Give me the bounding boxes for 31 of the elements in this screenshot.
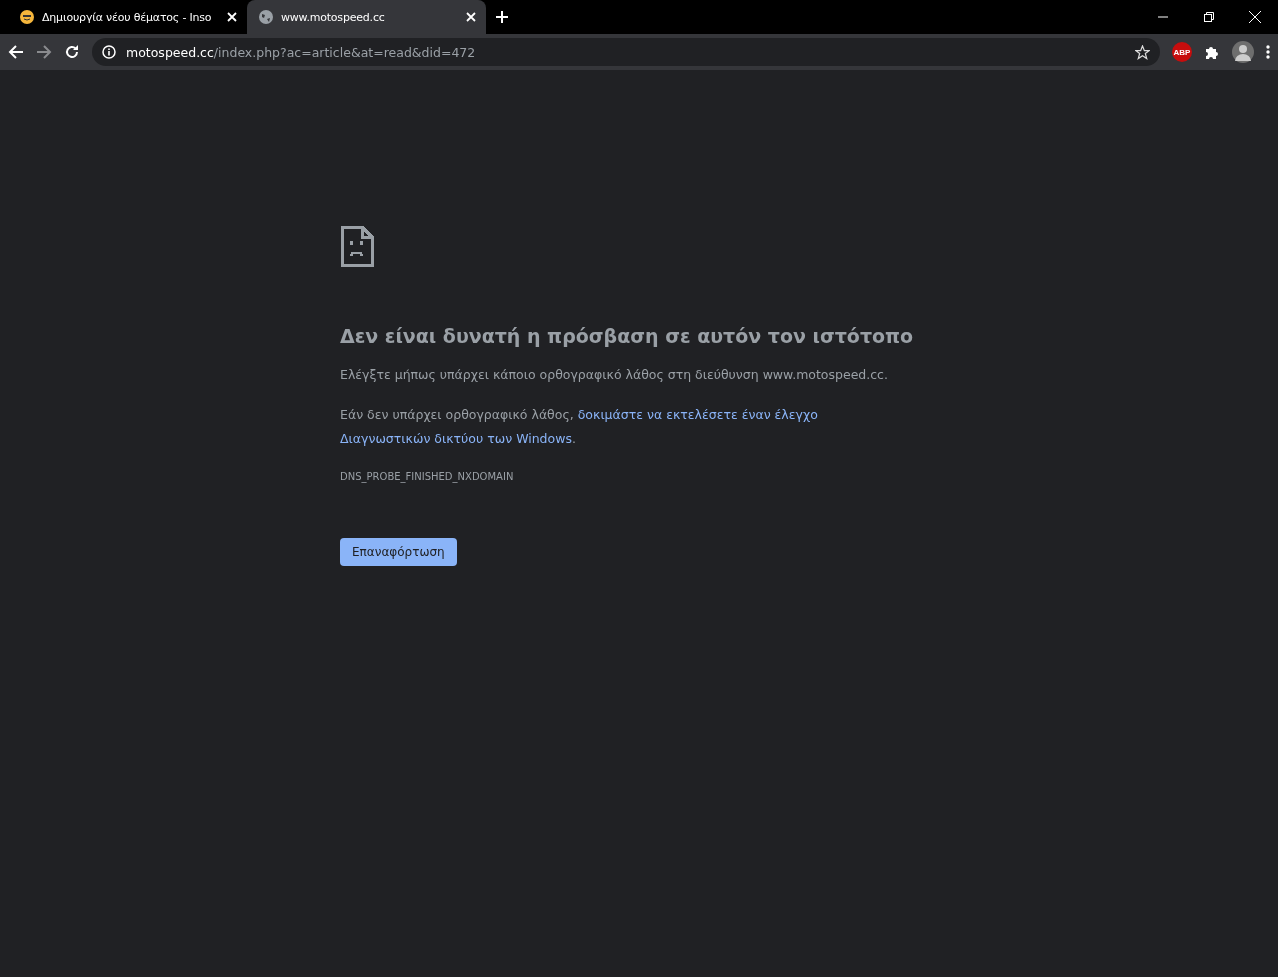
back-button[interactable] [8,44,24,60]
globe-icon [259,10,273,24]
tab-title: www.motospeed.cc [281,10,386,24]
star-icon [1135,44,1150,60]
close-icon[interactable] [227,12,237,22]
browser-tab[interactable]: www.motospeed.cc [247,0,486,34]
extensions-button[interactable] [1204,44,1220,60]
url-path: /index.php?ac=article&at=read&did=472 [213,44,476,60]
close-icon[interactable] [466,12,476,22]
new-tab-button[interactable] [496,11,508,23]
reload-page-button[interactable]: Επαναφόρτωση [340,538,457,566]
restore-icon[interactable] [1204,12,1214,22]
error-title: Δεν είναι δυνατή η πρόσβαση σε αυτόν τον ιστότοπο [340,325,914,347]
url-host: motospeed.cc [126,44,214,60]
profile-avatar[interactable] [1232,41,1254,63]
diagnostics-link[interactable]: δοκιμάστε να εκτελέσετε έναν έλεγχο [577,407,818,422]
sad-page-icon [340,225,374,267]
adblock-extension[interactable]: ABP [1172,42,1192,62]
smiley-icon [20,10,34,24]
diagnostics-link[interactable]: Διαγνωστικών δικτύου των Windows [340,431,572,446]
close-icon[interactable] [1249,11,1261,23]
error-code: DNS_PROBE_FINISHED_NXDOMAIN [340,471,514,482]
menu-icon[interactable] [1266,44,1270,60]
error-message: Ελέγξτε μήπως υπάρχει κάποιο ορθογραφικό λάθος στη διεύθυνση www.motospeed.cc. [340,366,889,384]
info-icon [102,45,116,59]
forward-button[interactable] [36,44,52,60]
browser-tab[interactable]: Δημιουργία νέου θέματος - Inso [8,0,247,34]
suggestion-text: Εάν δεν υπάρχει ορθογραφικό λάθος, δοκιμάστε να εκτελέσετε έναν έλεγχο Διαγνωστικών δικτύου των Windows. [340,406,819,448]
reload-button[interactable] [64,44,80,60]
tab-title: Δημιουργία νέου θέματος - Inso [42,10,213,24]
address-bar[interactable]: motospeed.cc/index.php?ac=article&at=read&did=472 [92,38,1160,66]
